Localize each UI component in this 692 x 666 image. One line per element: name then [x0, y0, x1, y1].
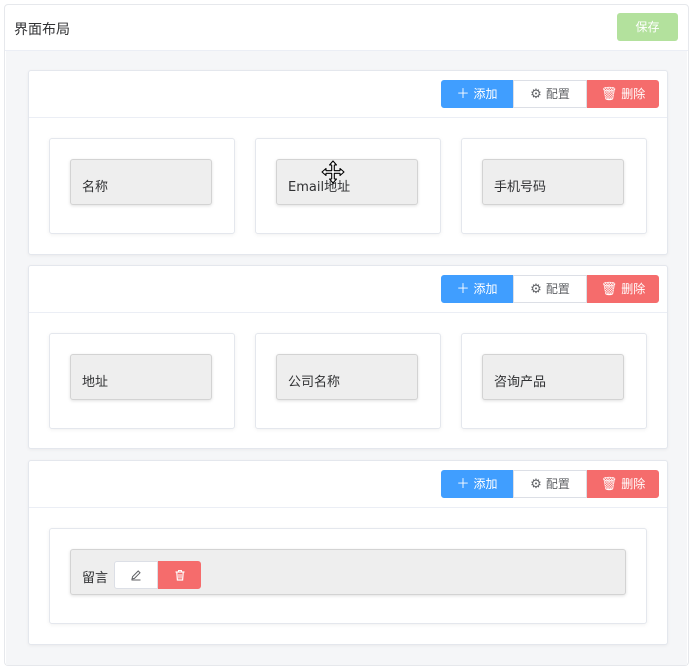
add-label: 添加 [473, 87, 498, 101]
config-button[interactable]: ⚙ 配置 [513, 80, 587, 108]
move-cursor-icon [321, 160, 345, 184]
form-field[interactable]: 公司名称 [276, 354, 418, 400]
add-button[interactable]: ＋添加 [441, 470, 513, 498]
field-label: 地址 [82, 375, 109, 390]
page-title: 界面布局 [14, 22, 70, 38]
layout-canvas: ＋添加 ⚙ 配置 🗑 删除 名称 Email地址 手机号码 ＋ 添加 ⚙ 配置 … [6, 51, 687, 665]
form-field[interactable]: 地址 [70, 354, 212, 400]
field-label: 公司名称 [288, 375, 341, 390]
field-label: 咨询产品 [494, 375, 547, 390]
gear-icon: ⚙ [530, 477, 542, 492]
config-label: 配置 [545, 87, 570, 101]
form-field[interactable]: 手机号码 [482, 159, 624, 205]
plus-icon: ＋ [456, 282, 470, 297]
delete-field-button[interactable] [158, 561, 201, 589]
row-cells: 地址 公司名称 咨询产品 [29, 313, 667, 448]
layout-panel: 界面布局 保存 ＋添加 ⚙ 配置 🗑 删除 名称 Email地址 手机号码 ＋ … [4, 4, 689, 666]
field-label: 手机号码 [494, 180, 547, 195]
add-button[interactable]: ＋添加 [441, 275, 513, 303]
gear-icon: ⚙ [530, 282, 542, 297]
layout-row-1: ＋添加 ⚙ 配置 🗑 删除 名称 Email地址 手机号码 [28, 70, 668, 255]
layout-cell[interactable]: 名称 [49, 138, 235, 234]
plus-icon: ＋ [456, 477, 470, 492]
delete-label: 删除 [621, 477, 646, 491]
form-field[interactable]: Email地址 [276, 159, 418, 205]
delete-button[interactable]: 🗑 删除 [587, 80, 659, 108]
plus-icon: ＋ [456, 87, 470, 102]
edit-field-button[interactable] [114, 561, 158, 589]
row-cells: 留言 [29, 508, 667, 644]
config-label: 配置 [545, 477, 570, 491]
row-toolbar: ＋添加 ⚙ 配置 🗑 删除 [29, 266, 667, 313]
delete-button[interactable]: 🗑 删除 [587, 470, 659, 498]
config-button[interactable]: ⚙ 配置 [513, 470, 587, 498]
form-field-selected[interactable]: 留言 [70, 549, 626, 595]
layout-cell[interactable]: 咨询产品 [461, 333, 647, 429]
panel-header: 界面布局 保存 [5, 5, 688, 51]
delete-button[interactable]: 🗑 删除 [587, 275, 659, 303]
layout-cell[interactable]: 手机号码 [461, 138, 647, 234]
layout-row-2: ＋添加 ⚙ 配置 🗑 删除 地址 公司名称 咨询产品 [28, 265, 668, 449]
pencil-icon [131, 570, 141, 581]
trash-icon: 🗑 [600, 282, 618, 297]
add-button[interactable]: ＋添加 [441, 80, 513, 108]
layout-cell[interactable]: 留言 [49, 528, 647, 624]
config-button[interactable]: ⚙ 配置 [513, 275, 587, 303]
layout-cell[interactable]: 地址 [49, 333, 235, 429]
delete-label: 删除 [621, 282, 646, 296]
trash-icon [175, 570, 184, 581]
row-toolbar: ＋添加 ⚙ 配置 🗑 删除 [29, 461, 667, 508]
layout-cell[interactable]: 公司名称 [255, 333, 441, 429]
form-field[interactable]: 咨询产品 [482, 354, 624, 400]
save-button[interactable]: 保存 [617, 13, 678, 41]
add-label: 添加 [473, 477, 498, 491]
gear-icon: ⚙ [530, 87, 542, 102]
trash-icon: 🗑 [600, 87, 618, 102]
field-label: 留言 [82, 571, 109, 586]
field-label: 名称 [82, 180, 109, 195]
row-cells: 名称 Email地址 手机号码 [29, 118, 667, 254]
layout-cell[interactable]: Email地址 [255, 138, 441, 234]
config-label: 配置 [545, 282, 570, 296]
trash-icon: 🗑 [600, 477, 618, 492]
delete-label: 删除 [621, 87, 646, 101]
layout-row-3: ＋添加 ⚙ 配置 🗑 删除 留言 [28, 460, 668, 645]
add-label: 添加 [473, 282, 498, 296]
form-field[interactable]: 名称 [70, 159, 212, 205]
row-toolbar: ＋添加 ⚙ 配置 🗑 删除 [29, 71, 667, 118]
